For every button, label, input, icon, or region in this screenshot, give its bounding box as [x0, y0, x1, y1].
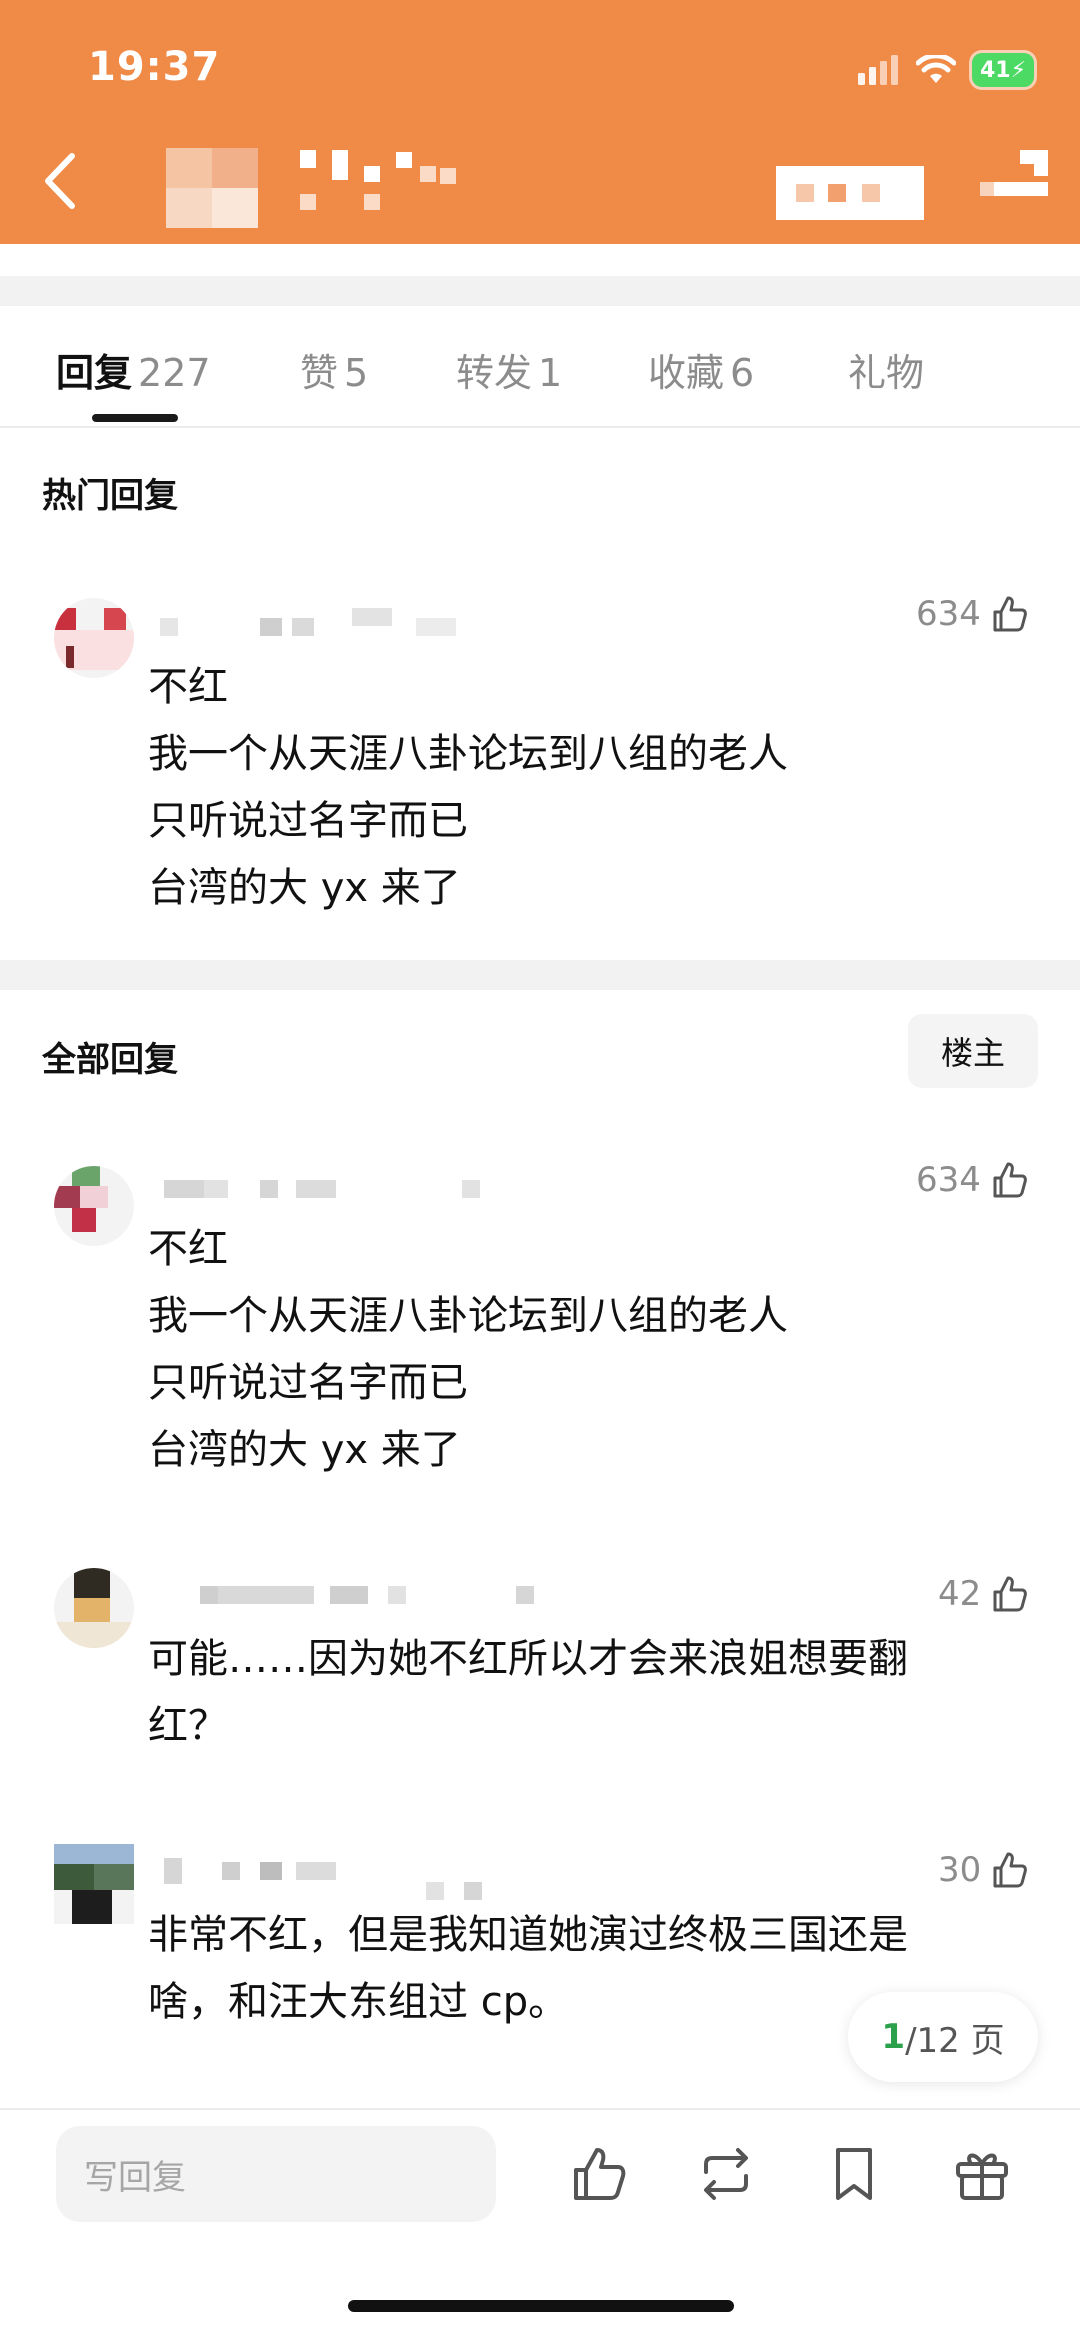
battery-icon: 41 ⚡ [972, 53, 1034, 87]
avatar[interactable] [54, 1166, 134, 1246]
reply-line: 我一个从天涯八卦论坛到八组的老人 [148, 1293, 788, 1339]
reply-line: 红？ [148, 1703, 228, 1749]
tab-likes-count: 5 [344, 351, 369, 395]
avatar[interactable] [54, 1844, 134, 1924]
bookmark-icon[interactable] [822, 2142, 886, 2206]
reply-text: 不红 我一个从天涯八卦论坛到八组的老人 只听说过名字而已 台湾的大 yx 来了 [148, 1216, 1008, 1484]
owner-only-button[interactable]: 楼主 [908, 1014, 1038, 1088]
tab-favorites[interactable]: 收藏 6 [648, 342, 754, 397]
tab-reposts-count: 1 [538, 351, 563, 395]
reply-line: 台湾的大 yx 来了 [148, 1427, 461, 1473]
tab-likes-label: 赞 [300, 351, 339, 395]
reply-text: 可能……因为她不红所以才会来浪姐想要翻 红？ [148, 1626, 1008, 1760]
username-redacted[interactable] [164, 1180, 484, 1200]
avatar[interactable] [54, 1568, 134, 1648]
reply-line: 不红 [148, 664, 228, 710]
top-header: 19:37 41 ⚡ [0, 0, 1080, 244]
home-indicator [348, 2300, 734, 2312]
like-button[interactable]: 634 [916, 1160, 1029, 1200]
thumb-up-icon [993, 1162, 1027, 1198]
back-icon[interactable] [36, 150, 86, 212]
like-count: 634 [916, 594, 981, 634]
reply-tabs: 回复 227 赞5 转发 1 收藏 6 礼物 [0, 306, 1080, 428]
like-button[interactable]: 42 [938, 1574, 1029, 1614]
reply-input-placeholder: 写回复 [84, 2157, 186, 2198]
tab-reposts[interactable]: 转发 1 [456, 342, 562, 397]
wifi-icon [916, 55, 956, 83]
thumb-up-icon [993, 1576, 1028, 1612]
like-count: 42 [938, 1574, 982, 1614]
reply-line: 只听说过名字而已 [148, 1360, 468, 1406]
reply-text: 不红 我一个从天涯八卦论坛到八组的老人 只听说过名字而已 台湾的大 yx 来了 [148, 654, 1008, 922]
reply-line: 只听说过名字而已 [148, 798, 468, 844]
reply-line: 不红 [148, 1226, 228, 1272]
thumb-up-icon[interactable] [566, 2142, 630, 2206]
status-icons: 41 ⚡ [858, 50, 1034, 90]
reply-line: 我一个从天涯八卦论坛到八组的老人 [148, 731, 788, 777]
tab-favorites-label: 收藏 [648, 351, 725, 395]
username-redacted[interactable] [160, 608, 480, 638]
section-divider [0, 960, 1080, 990]
tab-likes[interactable]: 赞5 [300, 342, 368, 397]
all-replies-title: 全部回复 [42, 1040, 178, 1080]
signal-icon [858, 55, 898, 85]
reply-line: 可能……因为她不红所以才会来浪姐想要翻 [148, 1636, 908, 1682]
battery-level: 41 [979, 57, 1011, 83]
thumb-up-icon [993, 596, 1027, 632]
status-time: 19:37 [88, 44, 221, 90]
reply-line: 台湾的大 yx 来了 [148, 865, 461, 911]
like-count: 634 [916, 1160, 981, 1200]
gift-icon[interactable] [950, 2142, 1014, 2206]
username-redacted[interactable] [164, 1858, 494, 1900]
hot-replies-title: 热门回复 [42, 476, 178, 516]
tab-gifts[interactable]: 礼物 [848, 342, 924, 397]
page-indicator[interactable]: 1/12 页 [848, 1992, 1038, 2082]
tab-replies-label: 回复 [56, 351, 133, 395]
post-title-redacted [150, 140, 490, 240]
repost-icon[interactable] [694, 2142, 758, 2206]
avatar[interactable] [54, 598, 134, 678]
tab-favorites-count: 6 [730, 351, 755, 395]
active-tab-indicator [92, 414, 178, 422]
reply-line: 非常不红，但是我知道她演过终极三国还是 [148, 1912, 908, 1958]
username-redacted[interactable] [200, 1586, 540, 1606]
like-button[interactable]: 30 [938, 1850, 1029, 1890]
tab-replies[interactable]: 回复 227 [56, 342, 211, 397]
header-more-icon[interactable] [976, 146, 1052, 202]
total-pages: /12 页 [905, 2020, 1005, 2061]
current-page: 1 [881, 2017, 906, 2057]
like-button[interactable]: 634 [916, 594, 1029, 634]
reply-input[interactable]: 写回复 [56, 2126, 496, 2222]
divider-band [0, 276, 1080, 306]
tab-gifts-label: 礼物 [848, 351, 925, 395]
header-redacted-block [776, 166, 924, 220]
thumb-up-icon [993, 1852, 1028, 1888]
like-count: 30 [938, 1850, 982, 1890]
tab-reposts-label: 转发 [456, 351, 533, 395]
tab-replies-count: 227 [138, 351, 211, 395]
